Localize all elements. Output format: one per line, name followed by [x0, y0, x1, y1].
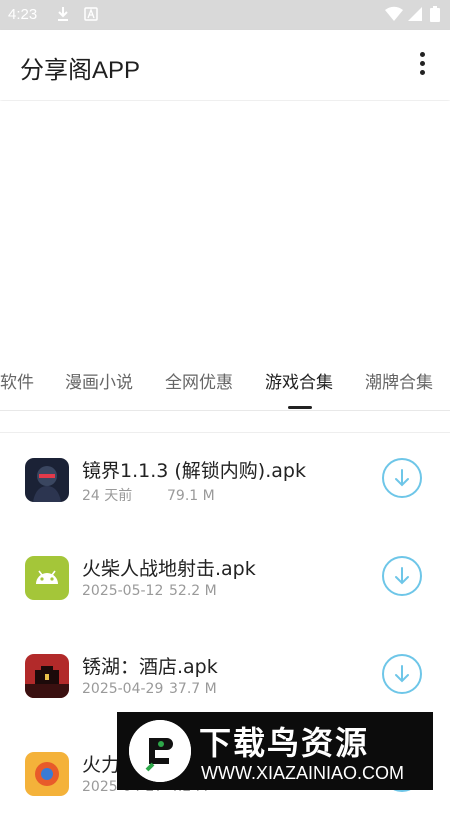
more-vert-icon[interactable]	[412, 52, 432, 80]
app-bar: 分享阁APP	[0, 30, 450, 100]
download-icon	[395, 665, 409, 683]
app-title: 分享阁APP	[20, 57, 141, 84]
app-meta: 24 天前 79.1 M	[82, 485, 215, 505]
tab-games[interactable]: 游戏合集	[265, 368, 333, 393]
app-date: 2025-04-29	[82, 681, 164, 697]
download-icon	[395, 567, 409, 585]
download-button[interactable]	[382, 654, 422, 694]
watermark-title: 下载鸟资源	[199, 724, 370, 762]
download-icon	[395, 469, 409, 487]
app-name: 锈湖：酒店.apk	[82, 656, 218, 678]
app-name: 火柴人战地射击.apk	[82, 558, 256, 580]
watermark-overlay: 下载鸟资源 WWW.XIAZAINIAO.COM	[117, 712, 433, 790]
tab-trendy-brands[interactable]: 潮牌合集	[365, 368, 433, 393]
tab-deals[interactable]: 全网优惠	[165, 368, 233, 393]
list-item[interactable]: 镜界1.1.3 (解锁内购).apk 24 天前 79.1 M	[0, 432, 450, 530]
wifi-icon	[385, 6, 403, 26]
category-tabs: 软件 漫画小说 全网优惠 游戏合集 潮牌合集	[0, 352, 450, 411]
tab-software[interactable]: 软件	[0, 368, 34, 393]
download-icon	[56, 6, 70, 26]
app-size: 37.7 M	[169, 681, 217, 697]
banner-area[interactable]	[0, 101, 450, 351]
status-time: 4:23	[8, 6, 38, 23]
watermark-url: WWW.XIAZAINIAO.COM	[201, 763, 404, 783]
android-icon	[25, 556, 69, 600]
game-robot-icon	[25, 458, 69, 502]
list-item[interactable]: 火柴人战地射击.apk 2025-05-12 52.2 M	[0, 530, 450, 628]
battery-icon	[430, 6, 440, 26]
bird-logo-icon	[129, 720, 191, 782]
app-date: 24 天前	[82, 488, 133, 504]
status-bar: 4:23	[0, 0, 450, 30]
a-icon	[84, 6, 98, 26]
game-colorful-icon	[25, 752, 69, 796]
app-name: 镜界1.1.3 (解锁内购).apk	[82, 460, 306, 482]
app-size: 52.2 M	[169, 583, 217, 599]
app-meta: 2025-05-12 52.2 M	[82, 583, 217, 599]
app-date: 2025-05-12	[82, 583, 164, 599]
download-button[interactable]	[382, 556, 422, 596]
signal-icon	[407, 6, 423, 26]
app-name: 火力	[82, 754, 121, 776]
download-button[interactable]	[382, 458, 422, 498]
rusty-lake-icon	[25, 654, 69, 698]
app-size: 79.1 M	[167, 488, 215, 504]
app-meta: 2025-04-29 37.7 M	[82, 681, 217, 697]
active-tab-indicator	[288, 406, 312, 409]
tab-comics-novels[interactable]: 漫画小说	[65, 368, 133, 393]
